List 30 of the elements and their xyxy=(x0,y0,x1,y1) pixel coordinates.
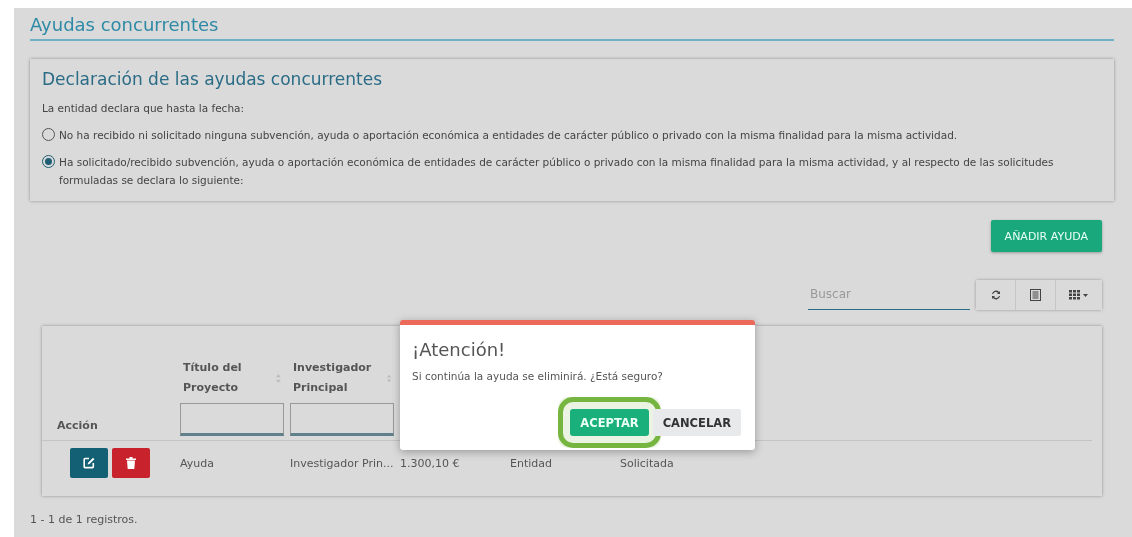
columns-button[interactable] xyxy=(1056,279,1102,310)
add-button[interactable]: AÑADIR AYUDA xyxy=(990,220,1102,252)
delete-button[interactable] xyxy=(111,448,150,478)
list-view-button[interactable] xyxy=(1016,279,1056,310)
column-header[interactable]: Título del Proyecto xyxy=(183,358,277,398)
grid-caret-icon xyxy=(1069,289,1089,300)
table-cell-text: 1.300,10 € xyxy=(399,456,461,470)
table-cell-text: Entidad xyxy=(509,456,553,470)
dialog-message: Si continúa la ayuda se eliminirá. ¿Está seguro? xyxy=(412,370,664,382)
card-title: Declaración de las ayudas concurrentes xyxy=(42,69,384,89)
record-count: 1 - 1 de 1 registros. xyxy=(30,513,139,526)
search-field[interactable]: Buscar xyxy=(808,279,970,310)
refresh-icon xyxy=(989,288,1002,301)
filter-field[interactable] xyxy=(180,403,284,436)
cancel-button[interactable]: CANCELAR xyxy=(652,409,741,436)
table-cell-text: Ayuda xyxy=(179,456,215,470)
edit-button[interactable] xyxy=(69,448,108,478)
page-title: Ayudas concurrentes xyxy=(30,8,1114,41)
dialog-title: ¡Atención! xyxy=(412,339,507,360)
trash-icon xyxy=(125,457,136,469)
table-cell-text: Solicitada xyxy=(619,456,675,470)
option-label: Ha solicitado/recibido subvención, ayuda o aportación económica de entidades de carácter público o privado con la misma finalidad para la misma actividad, y al respecto de las solicitudes formuladas se declara lo siguiente: xyxy=(59,155,1055,188)
edit-icon xyxy=(82,457,95,469)
column-header[interactable]: Acción xyxy=(57,416,98,436)
table-cell-text: Investigador Prin... xyxy=(289,456,395,470)
intro-text: La entidad declara que hasta la fecha: xyxy=(42,101,246,116)
option-label: No ha recibido ni solicitado ninguna subvención, ayuda o aportación económica a entidades de carácter público o privado con la misma finalidad para la misma actividad. xyxy=(59,128,958,143)
list-icon xyxy=(1030,288,1041,301)
column-header[interactable]: Investigador Principal xyxy=(293,358,387,398)
filter-field[interactable] xyxy=(290,403,394,436)
